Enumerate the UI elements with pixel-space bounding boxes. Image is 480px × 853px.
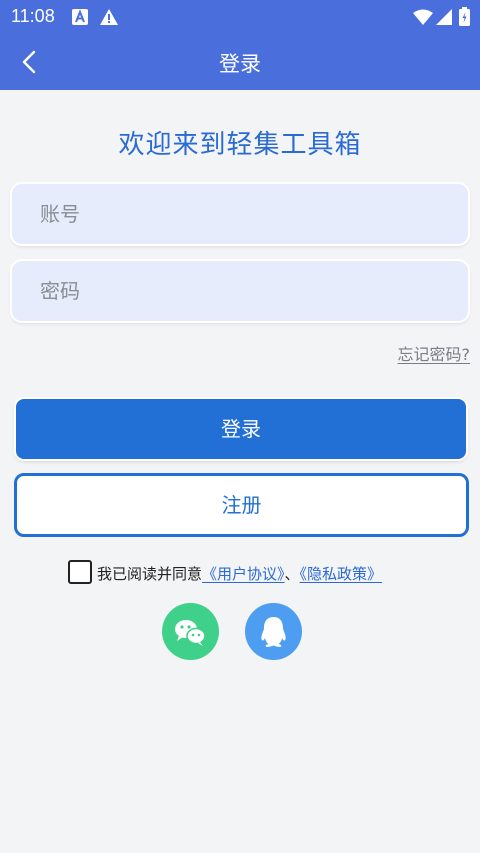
account-input[interactable] [12,184,468,244]
agreement-separator: 、 [284,565,300,583]
privacy-policy-link[interactable]: 《隐私政策》 [300,565,383,583]
agreement-text: 我已阅读并同意 [97,565,203,583]
signal-icon [436,9,452,29]
wifi-icon [413,9,433,29]
qq-login-button[interactable] [245,603,302,660]
page-title: 登录 [219,52,261,76]
battery-icon [459,7,470,30]
welcome-heading: 欢迎来到轻集工具箱 [118,130,362,160]
password-field-container [12,261,468,321]
status-time: 11:08 [11,6,55,26]
agreement-text-group: 我已阅读并同意《用户协议》、《隐私政策》 [97,563,382,584]
password-input[interactable] [12,261,468,321]
qq-icon [261,617,286,647]
warning-icon [99,8,119,30]
status-bar: 11:08 [0,0,480,34]
forgot-password-link[interactable]: 忘记密码? [398,341,471,365]
register-button[interactable]: 注册 [14,473,469,537]
app-bar: 登录 [0,34,480,90]
a-notification-icon [71,8,89,30]
wechat-icon [175,620,206,646]
agreement-checkbox[interactable] [68,560,92,584]
wechat-login-button[interactable] [162,603,219,660]
login-button[interactable]: 登录 [16,399,466,459]
account-field-container [12,184,468,244]
user-agreement-link[interactable]: 《用户协议》 [202,565,285,583]
